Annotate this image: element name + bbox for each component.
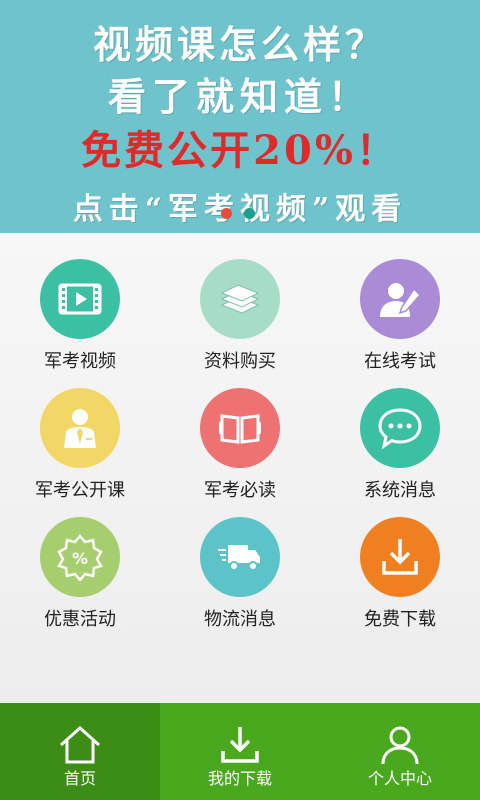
grid-item-label: 军考必读	[204, 480, 276, 501]
grid-item-free-download[interactable]: 免费下载	[320, 517, 480, 647]
svg-text:%: %	[72, 549, 88, 568]
banner-subheadline: 看了就知道！	[107, 74, 372, 119]
grid-item-label: 军考公开课	[35, 480, 125, 501]
grid-item-logistics[interactable]: 物流消息	[160, 517, 320, 647]
grid-item-label: 在线考试	[364, 351, 436, 372]
promo-banner[interactable]: 视频课怎么样？ 看了就知道！ 免费公开20%！ 点击“军考视频”观看	[0, 0, 480, 233]
nav-item-home[interactable]: 首页	[0, 703, 160, 800]
grid-item-label: 军考视频	[44, 351, 116, 372]
user-icon	[381, 726, 419, 765]
banner-pager	[221, 208, 255, 219]
nav-item-profile[interactable]: 个人中心	[320, 703, 480, 800]
grid-item-label: 优惠活动	[44, 609, 116, 630]
video-film-icon	[40, 259, 120, 339]
pager-dot[interactable]	[244, 208, 255, 219]
grid-item-label: 资料购买	[204, 351, 276, 372]
grid-item-label: 物流消息	[204, 609, 276, 630]
chat-bubble-icon	[360, 388, 440, 468]
bottom-nav: 首页 我的下载 个人中心	[0, 703, 480, 800]
grid-item-materials[interactable]: 资料购买	[160, 259, 320, 389]
open-book-icon	[200, 388, 280, 468]
nav-label: 个人中心	[367, 769, 432, 788]
grid-item-promotions[interactable]: % 优惠活动	[0, 517, 160, 647]
teacher-icon	[40, 388, 120, 468]
banner-headline: 视频课怎么样？	[92, 22, 387, 67]
user-pen-icon	[360, 259, 440, 339]
grid-item-label: 免费下载	[364, 609, 436, 630]
banner-cta: 点击“军考视频”观看	[72, 192, 408, 227]
grid-item-system-messages[interactable]: 系统消息	[320, 388, 480, 518]
nav-item-my-downloads[interactable]: 我的下载	[160, 703, 320, 800]
books-stack-icon	[200, 259, 280, 339]
grid-item-must-read[interactable]: 军考必读	[160, 388, 320, 518]
home-icon	[59, 725, 101, 764]
nav-label: 首页	[63, 769, 96, 788]
grid-item-video[interactable]: 军考视频	[0, 259, 160, 389]
delivery-truck-icon	[200, 517, 280, 597]
banner-offer: 免费公开20%！	[81, 127, 399, 174]
grid-item-online-exam[interactable]: 在线考试	[320, 259, 480, 389]
grid-item-open-course[interactable]: 军考公开课	[0, 388, 160, 518]
grid-item-label: 系统消息	[364, 480, 436, 501]
download-icon	[360, 517, 440, 597]
discount-badge-icon: %	[40, 517, 120, 597]
pager-dot-active[interactable]	[221, 208, 232, 219]
download-icon	[221, 727, 259, 763]
feature-grid: 军考视频 资料购买 在线考试 军考公开课 军考必读 系统消息 % 优惠活动 物流…	[0, 233, 480, 703]
nav-label: 我的下载	[207, 769, 272, 788]
